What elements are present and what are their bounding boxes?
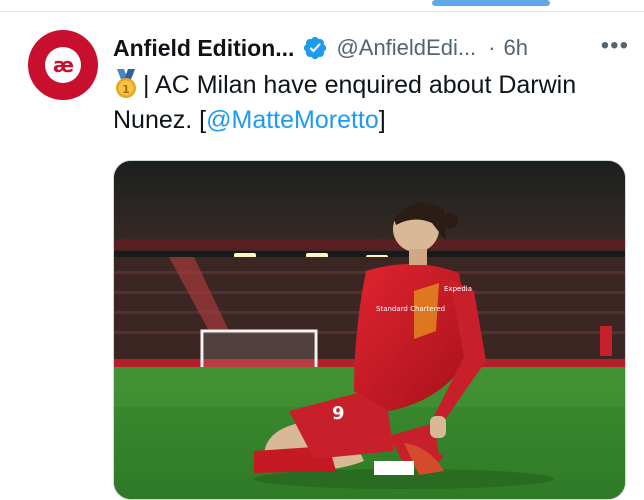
tab-indicator [432, 0, 550, 6]
shirt-number: 9 [332, 403, 345, 424]
divider [0, 11, 644, 12]
avatar[interactable]: æ [28, 30, 98, 100]
sleeve-sponsor: Expedia [444, 285, 472, 293]
more-icon[interactable]: ••• [601, 32, 629, 60]
verified-badge-icon [304, 36, 327, 60]
author-handle[interactable]: @AnfieldEdi... [336, 35, 476, 61]
mention-link[interactable]: @MatteMoretto [206, 106, 379, 134]
sponsor-text: Standard Chartered [376, 305, 445, 313]
separator-dot: · [488, 35, 496, 60]
football-photo: 9 Standard Chartered Expedia [114, 161, 625, 499]
svg-text:1: 1 [122, 83, 130, 96]
post-header: Anfield Edition... @AnfieldEdi... · 6h •… [113, 30, 633, 66]
author-name[interactable]: Anfield Edition... [113, 35, 294, 62]
post-text: 1 | AC Milan have enquired about Darwin … [113, 68, 628, 138]
avatar-logo: æ [28, 30, 98, 100]
avatar-letter: æ [45, 47, 81, 83]
post-image[interactable]: 9 Standard Chartered Expedia [113, 160, 626, 500]
post-time[interactable]: 6h [504, 35, 528, 61]
medal-icon: 1 [116, 69, 136, 98]
post-text-end: ] [378, 106, 386, 134]
